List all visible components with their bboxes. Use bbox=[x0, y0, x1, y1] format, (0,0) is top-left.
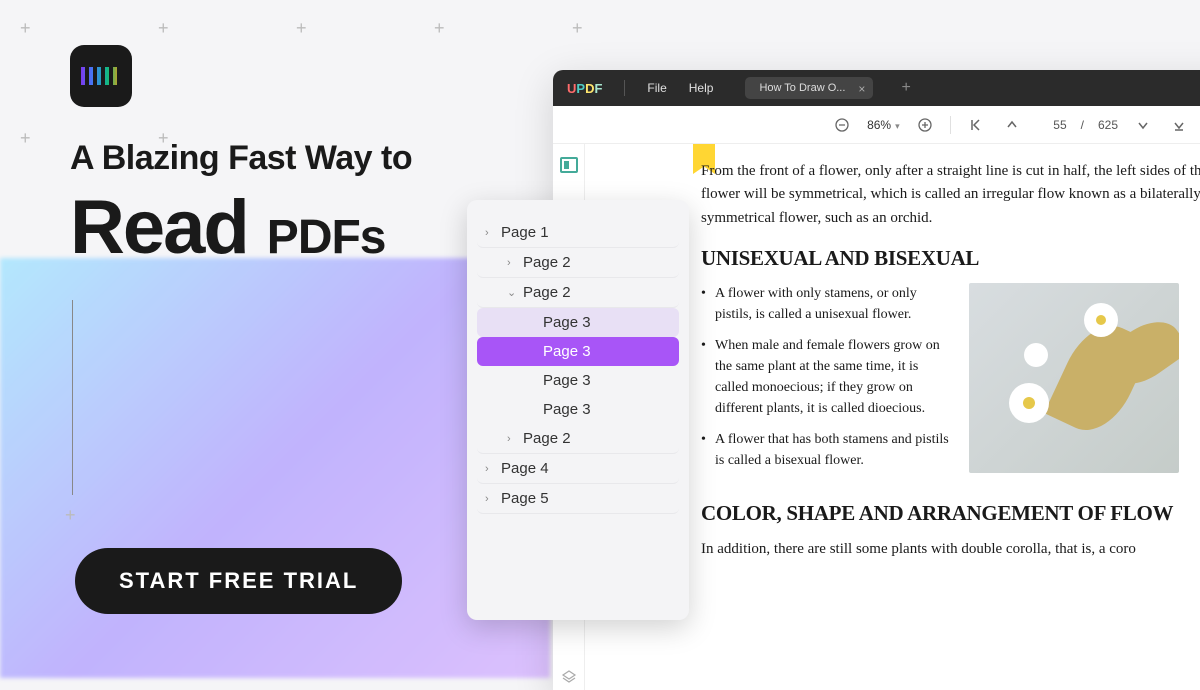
chevron-down-icon[interactable]: ⌄ bbox=[507, 286, 517, 299]
app-brand: UPDF bbox=[567, 81, 602, 96]
chevron-right-icon[interactable]: › bbox=[507, 257, 517, 269]
list-item: When male and female flowers grow on the… bbox=[701, 335, 951, 419]
tab-close-icon[interactable]: × bbox=[858, 82, 865, 96]
app-logo bbox=[70, 45, 132, 107]
tab-title: How To Draw O... bbox=[759, 82, 845, 94]
hero-headline: A Blazing Fast Way to Read PDFs bbox=[70, 137, 500, 275]
doc-heading-color: COLOR, SHAPE AND ARRANGEMENT OF FLOW bbox=[701, 501, 1200, 526]
bookmark-label: Page 3 bbox=[543, 314, 591, 331]
zoom-out-icon[interactable] bbox=[831, 114, 853, 136]
bookmark-item[interactable]: Page 3 bbox=[477, 366, 679, 395]
chevron-right-icon[interactable]: › bbox=[485, 463, 495, 475]
grid-cross: + bbox=[20, 128, 31, 149]
doc-bullet-list: A flower with only stamens, or only pist… bbox=[701, 283, 951, 481]
bookmark-label: Page 3 bbox=[543, 343, 591, 360]
thumbnails-icon[interactable] bbox=[558, 154, 580, 176]
logo-wave-icon bbox=[81, 67, 121, 85]
bookmark-label: Page 5 bbox=[501, 490, 549, 507]
bookmark-item[interactable]: › Page 2 bbox=[477, 424, 679, 454]
grid-cross: + bbox=[434, 18, 445, 39]
grid-cross: + bbox=[158, 18, 169, 39]
last-page-icon[interactable] bbox=[1168, 114, 1190, 136]
bookmark-item[interactable]: › Page 1 bbox=[477, 218, 679, 248]
titlebar: UPDF File Help How To Draw O... × + bbox=[553, 70, 1200, 106]
bookmark-label: Page 1 bbox=[501, 224, 549, 241]
next-page-icon[interactable] bbox=[1132, 114, 1154, 136]
grid-cross: + bbox=[572, 18, 583, 39]
add-tab-icon[interactable]: + bbox=[901, 79, 910, 97]
zoom-in-icon[interactable] bbox=[914, 114, 936, 136]
page-current[interactable]: 55 bbox=[1037, 118, 1067, 132]
bookmark-label: Page 2 bbox=[523, 254, 571, 271]
headline-line1: A Blazing Fast Way to bbox=[70, 139, 412, 177]
bookmark-item[interactable]: › Page 5 bbox=[477, 484, 679, 514]
toolbar: 86%▾ 55 / 625 bbox=[553, 106, 1200, 144]
list-item: A flower with only stamens, or only pist… bbox=[701, 283, 951, 325]
bookmark-item[interactable]: Page 3 bbox=[477, 395, 679, 424]
menu-file[interactable]: File bbox=[647, 81, 666, 95]
bookmark-item[interactable]: ⌄ Page 2 bbox=[477, 278, 679, 308]
flower-illustration bbox=[969, 283, 1179, 473]
bookmark-label: Page 2 bbox=[523, 430, 571, 447]
headline-big: Read bbox=[70, 185, 248, 270]
doc-outro-paragraph: In addition, there are still some plants… bbox=[701, 538, 1200, 561]
titlebar-separator bbox=[624, 80, 625, 96]
layers-icon[interactable] bbox=[558, 666, 580, 688]
bookmark-label: Page 3 bbox=[543, 401, 591, 418]
bookmark-item[interactable]: Page 3 bbox=[477, 337, 679, 366]
grid-cross: + bbox=[296, 18, 307, 39]
headline-suffix: PDFs bbox=[267, 211, 386, 264]
bookmarks-panel: › Page 1 › Page 2 ⌄ Page 2 Page 3 Page 3 Page 3 P… bbox=[467, 200, 689, 620]
doc-intro-paragraph: From the front of a flower, only after a… bbox=[701, 160, 1200, 230]
bookmark-item[interactable]: › Page 4 bbox=[477, 454, 679, 484]
start-free-trial-button[interactable]: START FREE TRIAL bbox=[75, 548, 402, 614]
document-tab[interactable]: How To Draw O... × bbox=[745, 77, 873, 99]
bookmark-label: Page 4 bbox=[501, 460, 549, 477]
menu-help[interactable]: Help bbox=[689, 81, 714, 95]
bookmark-item[interactable]: Page 3 bbox=[477, 308, 679, 337]
toolbar-separator bbox=[950, 116, 951, 134]
page-separator: / bbox=[1081, 118, 1084, 132]
chevron-right-icon[interactable]: › bbox=[485, 227, 495, 239]
bookmark-label: Page 3 bbox=[543, 372, 591, 389]
zoom-level[interactable]: 86%▾ bbox=[867, 118, 900, 132]
prev-page-icon[interactable] bbox=[1001, 114, 1023, 136]
doc-heading-unisexual: UNISEXUAL AND BISEXUAL bbox=[701, 246, 1200, 271]
bookmark-item[interactable]: › Page 2 bbox=[477, 248, 679, 278]
chevron-right-icon[interactable]: › bbox=[485, 493, 495, 505]
grid-cross: + bbox=[20, 18, 31, 39]
bookmark-label: Page 2 bbox=[523, 284, 571, 301]
hero-vertical-rule bbox=[72, 300, 73, 495]
list-item: A flower that has both stamens and pisti… bbox=[701, 429, 951, 471]
first-page-icon[interactable] bbox=[965, 114, 987, 136]
page-total: 625 bbox=[1098, 118, 1118, 132]
chevron-right-icon[interactable]: › bbox=[507, 433, 517, 445]
